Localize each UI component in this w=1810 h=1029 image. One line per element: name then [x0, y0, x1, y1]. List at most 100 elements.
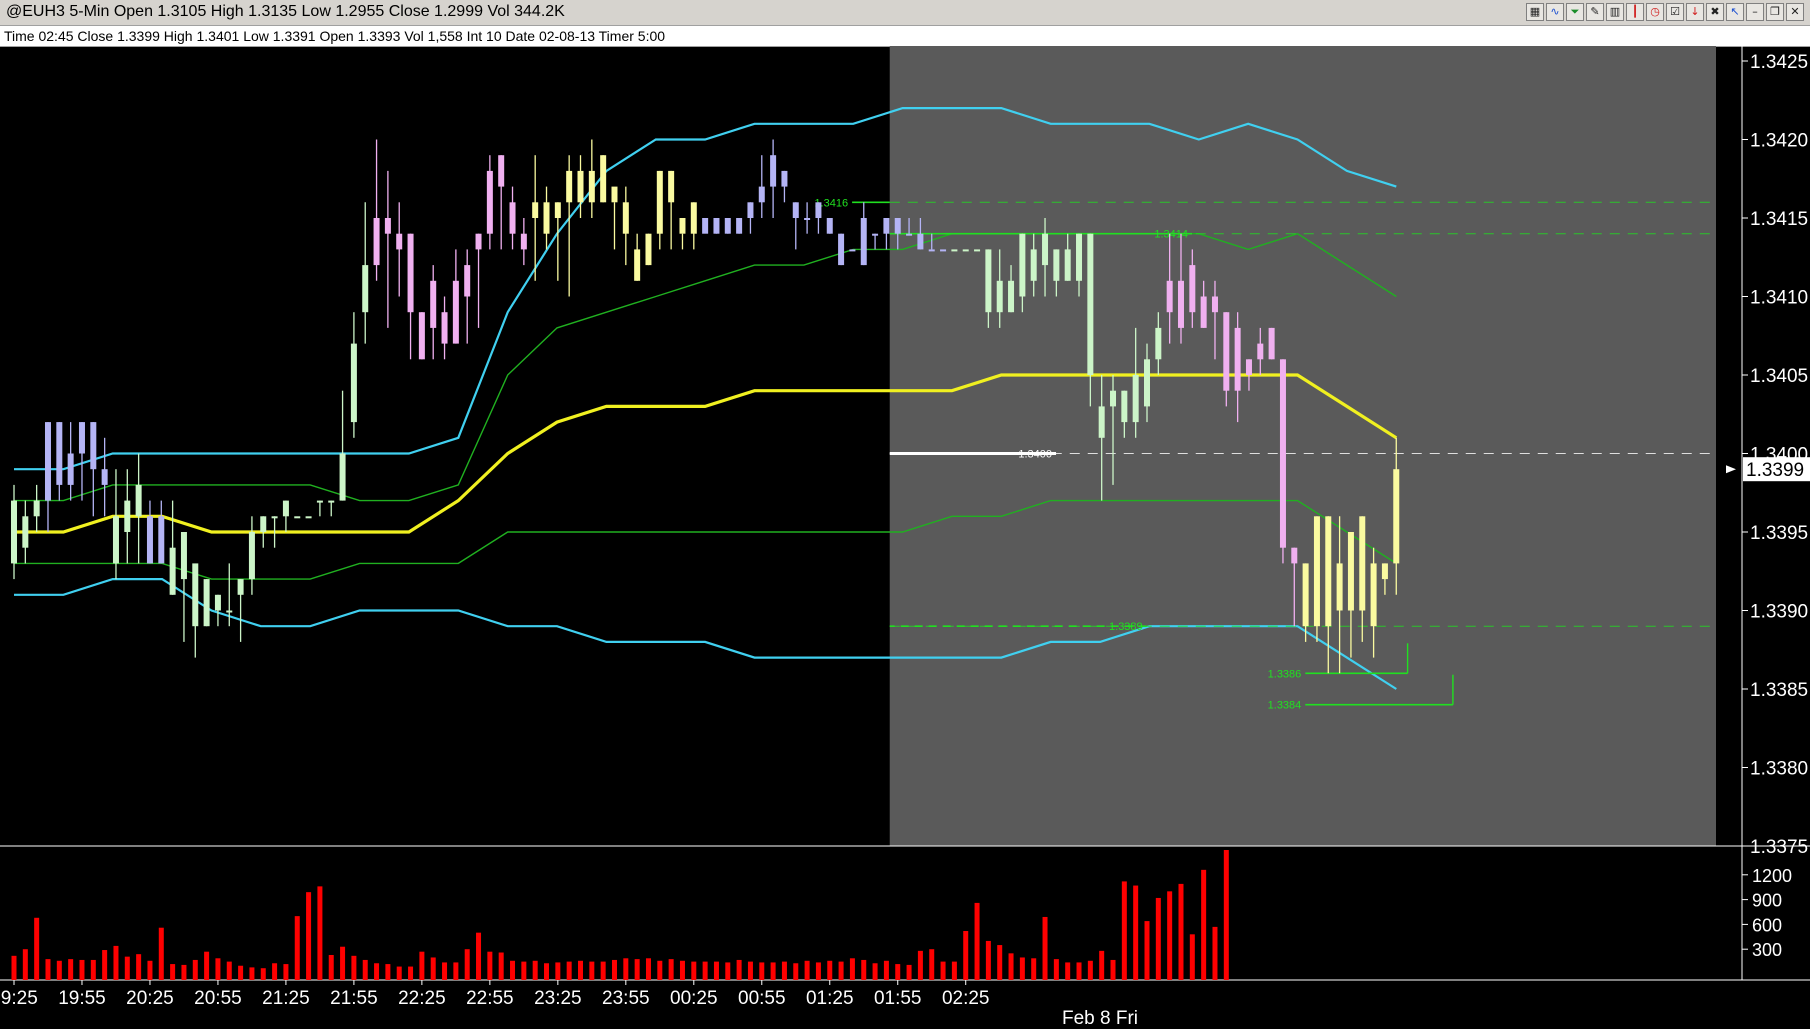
price-tick-label: 1.3405: [1750, 366, 1808, 387]
candle-body: [294, 516, 301, 519]
candle-body: [180, 532, 187, 580]
pencil-icon[interactable]: ✎: [1586, 3, 1604, 21]
candle-body: [611, 186, 618, 203]
candle-body: [1245, 359, 1252, 375]
restore-icon[interactable]: ❐: [1766, 3, 1784, 21]
volume-bar: [294, 916, 300, 980]
wave-icon[interactable]: ∿: [1546, 3, 1564, 21]
candle-body: [758, 186, 765, 203]
bar-chart-icon[interactable]: ▥: [1606, 3, 1624, 21]
candle-body: [1257, 343, 1264, 360]
candle-body: [1121, 390, 1128, 423]
volume-bar: [1087, 960, 1093, 980]
candle-body: [1313, 516, 1320, 627]
volume-bar: [79, 959, 85, 980]
candle-body: [588, 170, 595, 203]
time-tick-label: 21:55: [330, 988, 378, 1009]
candle-body: [316, 500, 323, 503]
candle-body: [1064, 249, 1071, 281]
last-price-arrow: [1726, 465, 1736, 474]
candle-body: [464, 265, 471, 297]
candle-body: [770, 155, 777, 187]
time-tick-label: 00:55: [738, 988, 786, 1009]
minimize-icon[interactable]: –: [1746, 3, 1764, 21]
candle-icon[interactable]: ┃: [1626, 3, 1644, 21]
volume-bar: [238, 965, 244, 980]
volume-bar: [713, 961, 719, 980]
volume-bar: [736, 959, 742, 980]
volume-bar: [453, 962, 459, 980]
candle-body: [396, 233, 403, 250]
volume-bar: [679, 960, 685, 980]
volume-bar: [815, 962, 821, 980]
date-label: Feb 8 Fri: [1062, 1008, 1138, 1029]
volume-bar: [657, 960, 663, 980]
candle-body: [101, 469, 108, 485]
volume-bar: [181, 964, 187, 980]
candle-body: [951, 249, 958, 252]
volume-bar: [555, 962, 561, 980]
clock-icon[interactable]: ◷: [1646, 3, 1664, 21]
title-bar: @EUH3 5-Min Open 1.3105 High 1.3135 Low …: [0, 0, 1810, 26]
volume-bar: [1031, 958, 1037, 980]
candle-body: [124, 500, 131, 532]
funnel-icon[interactable]: ⏷: [1566, 3, 1584, 21]
candle-body: [452, 280, 459, 344]
volume-bar: [260, 968, 266, 980]
candle-body: [883, 218, 890, 234]
time-tick-label: 23:25: [534, 988, 582, 1009]
volume-bar: [997, 945, 1003, 980]
candle-body: [1076, 233, 1083, 281]
info-bar: Time 02:45 Close 1.3399 High 1.3401 Low …: [0, 26, 1810, 47]
volume-bar: [351, 955, 357, 980]
candle-body: [679, 218, 686, 234]
volume-bar: [566, 961, 572, 980]
volume-bar: [136, 954, 142, 980]
volume-bar: [895, 964, 901, 980]
volume-bar: [1155, 897, 1161, 980]
candle-body: [634, 249, 641, 281]
volume-bar: [623, 958, 629, 980]
time-tick-label: 19:25: [0, 988, 38, 1009]
volume-bar: [634, 959, 640, 980]
volume-bar: [940, 961, 946, 980]
checklist-icon[interactable]: ☑: [1666, 3, 1684, 21]
layout-icon[interactable]: ▦: [1526, 3, 1544, 21]
price-tick-label: 1.3420: [1750, 131, 1808, 152]
volume-bar: [147, 960, 153, 980]
candle-body: [645, 233, 652, 266]
cursor-icon[interactable]: ↖: [1726, 3, 1744, 21]
close-icon[interactable]: ✕: [1786, 3, 1804, 21]
volume-tick-label: 600: [1752, 915, 1782, 935]
price-chart[interactable]: 1.3425 1.3420 1.3415 1.3410 1.3405 1.3400 1.33…: [0, 46, 1810, 1029]
volume-tick-label: 300: [1752, 940, 1782, 960]
bar-info-readout: Time 02:45 Close 1.3399 High 1.3401 Low …: [4, 28, 666, 44]
volume-bar: [770, 962, 776, 980]
time-tick-label: 23:55: [602, 988, 650, 1009]
volume-bar: [1076, 962, 1082, 980]
volume-bar: [215, 958, 221, 980]
candle-body: [135, 484, 142, 517]
candle-body: [940, 249, 947, 252]
candle-body: [566, 170, 573, 203]
candle-body: [1087, 233, 1094, 375]
candle-body: [67, 453, 74, 485]
candle-body: [112, 516, 119, 564]
arrow-down-icon[interactable]: ↓: [1686, 3, 1704, 21]
volume-bar: [578, 960, 583, 980]
volume-bar: [1065, 962, 1071, 980]
candle-body: [328, 500, 335, 503]
candle-body: [78, 422, 85, 454]
candle-body: [1132, 375, 1139, 423]
time-tick-label: 01:55: [874, 988, 922, 1009]
price-tick-label: 1.3380: [1750, 759, 1808, 780]
price-tick-label: 1.3415: [1750, 209, 1808, 230]
price-tick-label: 1.3385: [1750, 680, 1808, 701]
trash-icon[interactable]: ✖: [1706, 3, 1724, 21]
volume-bar: [1178, 883, 1184, 980]
volume-bar: [476, 932, 482, 980]
volume-bar: [68, 959, 74, 980]
volume-bar: [1099, 950, 1105, 980]
candle-body: [1325, 516, 1332, 627]
volume-bar: [419, 951, 425, 980]
